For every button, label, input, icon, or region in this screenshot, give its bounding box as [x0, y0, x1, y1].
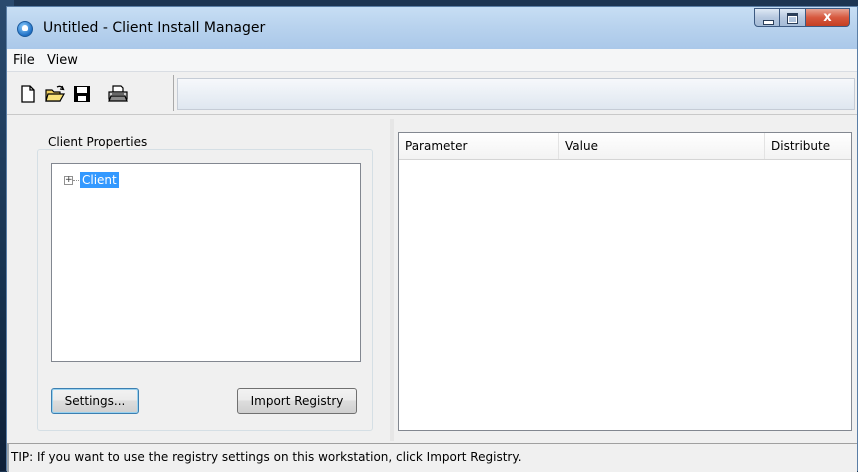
- status-text: TIP: If you want to use the registry set…: [11, 450, 522, 464]
- minimize-icon: [763, 20, 774, 25]
- open-button[interactable]: [44, 83, 66, 105]
- close-button[interactable]: x: [806, 8, 850, 27]
- maximize-button[interactable]: [780, 8, 806, 27]
- close-icon: x: [823, 10, 832, 25]
- column-parameter[interactable]: Parameter: [399, 133, 559, 159]
- expand-icon[interactable]: +: [64, 176, 73, 185]
- open-folder-icon: [45, 85, 66, 102]
- save-button[interactable]: [71, 83, 93, 105]
- toolbar-button-group: [7, 75, 174, 111]
- settings-button[interactable]: Settings...: [51, 388, 139, 414]
- app-window: Untitled - Client Install Manager x File…: [6, 6, 858, 472]
- pane-splitter[interactable]: [390, 119, 394, 441]
- new-document-icon: [21, 85, 35, 103]
- toolbar-band: [177, 78, 855, 110]
- menu-file[interactable]: File: [13, 53, 35, 68]
- window-title: Untitled - Client Install Manager: [43, 20, 266, 36]
- print-icon: [108, 85, 128, 102]
- tree-node-client[interactable]: Client: [80, 172, 119, 188]
- caption-buttons: x: [754, 8, 850, 28]
- title-bar[interactable]: Untitled - Client Install Manager x: [7, 7, 857, 49]
- maximize-icon: [787, 13, 798, 24]
- save-disk-icon: [74, 86, 90, 102]
- new-button[interactable]: [17, 83, 39, 105]
- grid-header: Parameter Value Distribute: [399, 133, 851, 160]
- import-registry-button[interactable]: Import Registry: [237, 388, 357, 414]
- column-value[interactable]: Value: [559, 133, 765, 159]
- column-distribute[interactable]: Distribute: [765, 133, 851, 159]
- menu-bar: File View: [7, 49, 857, 72]
- status-divider: [7, 444, 9, 472]
- toolbar: [7, 72, 857, 115]
- minimize-button[interactable]: [754, 8, 780, 27]
- app-icon[interactable]: [17, 21, 33, 37]
- client-properties-label: Client Properties: [45, 135, 151, 149]
- parameters-grid[interactable]: Parameter Value Distribute: [398, 132, 852, 431]
- menu-view[interactable]: View: [47, 53, 78, 68]
- client-tree[interactable]: + Client: [51, 163, 361, 362]
- client-properties-pane: Client Properties + Client Settings... I…: [11, 119, 387, 445]
- print-button[interactable]: [107, 83, 129, 105]
- tree-connector: [73, 180, 79, 181]
- status-bar: TIP: If you want to use the registry set…: [7, 443, 857, 472]
